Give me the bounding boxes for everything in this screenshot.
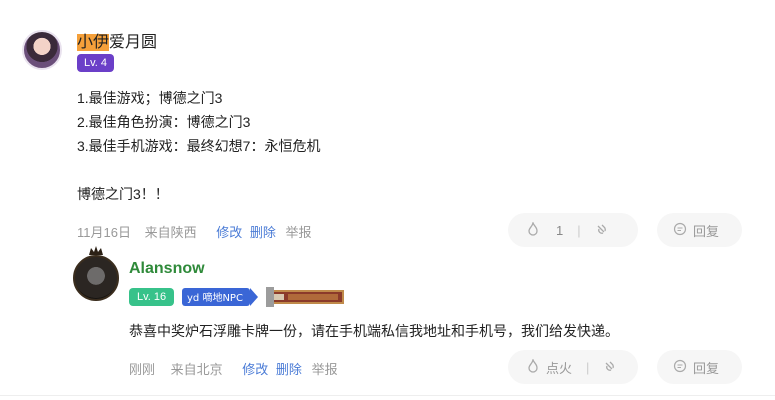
comment-location: 来自陕西 [144, 225, 197, 240]
username[interactable]: 小伊爱月圆 [77, 28, 157, 52]
reply-button[interactable]: 回复 [657, 213, 742, 247]
reply-level-badge: Lv. 16 [129, 288, 175, 306]
username-highlight: 小伊 [77, 34, 110, 51]
comment-line-1: 1.最佳游戏；博德之门3 [77, 90, 223, 106]
reply-label: 回复 [693, 223, 720, 239]
comment-date: 11月16日 [77, 225, 131, 240]
reply-like-label[interactable]: 点火 [546, 358, 572, 377]
npc-badge-icon: yd 嘀地NPC [182, 288, 258, 306]
reply-report-link[interactable]: 举报 [312, 362, 338, 377]
reply-icon [673, 222, 687, 239]
delete-link[interactable]: 删除 [250, 225, 276, 240]
reply-like-pill: 点火 | [508, 350, 638, 384]
reply-location: 来自北京 [170, 362, 223, 377]
reply-time: 刚刚 [129, 362, 156, 377]
reply-text: 恭喜中奖炉石浮雕卡牌一份，请在手机端私信我地址和手机号，我们给发快递。 [129, 323, 619, 339]
npc-badge-text: yd 嘀地NPC [187, 291, 243, 304]
comment-line-3: 3.最佳手机游戏：最终幻想7：永恒危机 [77, 138, 321, 154]
comment-line-4: 博德之门3！！ [77, 186, 169, 202]
reply-user-avatar[interactable] [73, 255, 119, 301]
extinguish-icon[interactable] [595, 222, 609, 239]
reply-fire-icon[interactable] [526, 358, 540, 376]
reply-meta: 刚刚 来自北京 修改 删除 举报 [129, 359, 338, 378]
like-count: 1 [556, 222, 564, 238]
user-avatar[interactable] [22, 30, 62, 70]
fire-icon[interactable] [526, 221, 540, 239]
bottom-divider [0, 395, 775, 396]
username-rest: 爱月圆 [109, 34, 158, 51]
reply-pill-divider: | [586, 359, 590, 375]
reply-reply-label: 回复 [693, 360, 720, 376]
comment-line-2: 2.最佳角色扮演：博德之门3 [77, 114, 251, 130]
level-badge: Lv. 4 [77, 54, 115, 72]
reply-extinguish-icon[interactable] [603, 359, 617, 376]
comment-meta: 11月16日 来自陕西 修改 删除 举报 [77, 222, 312, 241]
pill-divider: | [577, 222, 581, 238]
pixel-art-badge-icon [266, 287, 344, 307]
reply-reply-button[interactable]: 回复 [657, 350, 742, 384]
reply-username[interactable]: Alansnow [129, 260, 205, 278]
report-link[interactable]: 举报 [286, 225, 312, 240]
like-dislike-pill: 1 | [508, 213, 638, 247]
reply-edit-link[interactable]: 修改 [242, 362, 268, 377]
reply-reply-icon [673, 359, 687, 376]
edit-link[interactable]: 修改 [216, 225, 242, 240]
reply-delete-link[interactable]: 删除 [276, 362, 302, 377]
